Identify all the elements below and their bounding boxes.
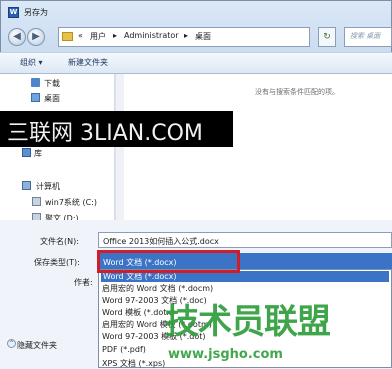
chevron-right-icon[interactable]: ▸	[113, 31, 117, 40]
back-button[interactable]: ◀	[8, 28, 26, 46]
watermark-text: 三联网 3LIAN.COM	[7, 121, 203, 146]
sidebar-item-computer[interactable]: 计算机	[36, 181, 60, 192]
file-list-pane[interactable]	[116, 74, 392, 220]
organize-button[interactable]: 组织 ▾	[20, 57, 43, 68]
breadcrumb-overflow[interactable]: «	[78, 31, 83, 40]
chevron-right-icon[interactable]: ▸	[184, 31, 188, 40]
search-placeholder: 搜索 桌面	[350, 32, 381, 40]
new-folder-button[interactable]: 新建文件夹	[68, 57, 108, 68]
sidebar-item-desktop[interactable]: 桌面	[44, 93, 60, 104]
sidebar-item-library[interactable]: 库	[34, 148, 42, 159]
refresh-button[interactable]: ↻	[318, 27, 336, 47]
title-bar	[0, 0, 392, 24]
empty-folder-message: 没有与搜索条件匹配的项。	[255, 88, 339, 96]
drive-c-icon	[32, 197, 41, 206]
filename-label: 文件名(N):	[40, 237, 79, 246]
computer-icon	[22, 181, 31, 190]
word-app-icon: W	[8, 7, 19, 18]
dropdown-option-pdf[interactable]: PDF (*.pdf)	[102, 345, 146, 354]
sidebar-item-drive-c[interactable]: win7系统 (C:)	[45, 197, 97, 208]
dropdown-option-docm[interactable]: 启用宏的 Word 文档 (*.docm)	[102, 283, 213, 294]
forward-button[interactable]: ▶	[27, 28, 45, 46]
folder-icon	[62, 32, 73, 41]
dropdown-option-xps[interactable]: XPS 文档 (*.xps)	[102, 358, 165, 369]
chevron-up-icon[interactable]: ^	[7, 339, 16, 348]
breadcrumb-desktop[interactable]: 桌面	[195, 31, 211, 42]
desktop-folder-icon	[31, 93, 40, 102]
watermark-logo-text: 技术员联盟	[165, 302, 331, 342]
hide-folders-button[interactable]: 隐藏文件夹	[17, 340, 57, 351]
download-folder-icon	[31, 78, 40, 87]
author-label: 作者:	[74, 278, 93, 287]
dropdown-option-dotx[interactable]: Word 模板 (*.dotx)	[102, 307, 174, 318]
watermark-url: www.jsgho.com	[168, 347, 283, 362]
highlight-box	[97, 250, 240, 273]
save-type-label: 保存类型(T):	[34, 258, 80, 267]
navigation-scrollbar[interactable]	[115, 74, 124, 220]
filename-value[interactable]: Office 2013如何插入公式.docx	[103, 236, 219, 247]
library-icon	[22, 148, 31, 157]
breadcrumb-administrator[interactable]: Administrator	[124, 31, 179, 40]
window-title: 另存为	[24, 8, 48, 17]
command-toolbar	[0, 52, 392, 74]
breadcrumb-users[interactable]: 用户	[90, 31, 106, 42]
sidebar-item-downloads[interactable]: 下载	[44, 78, 60, 89]
